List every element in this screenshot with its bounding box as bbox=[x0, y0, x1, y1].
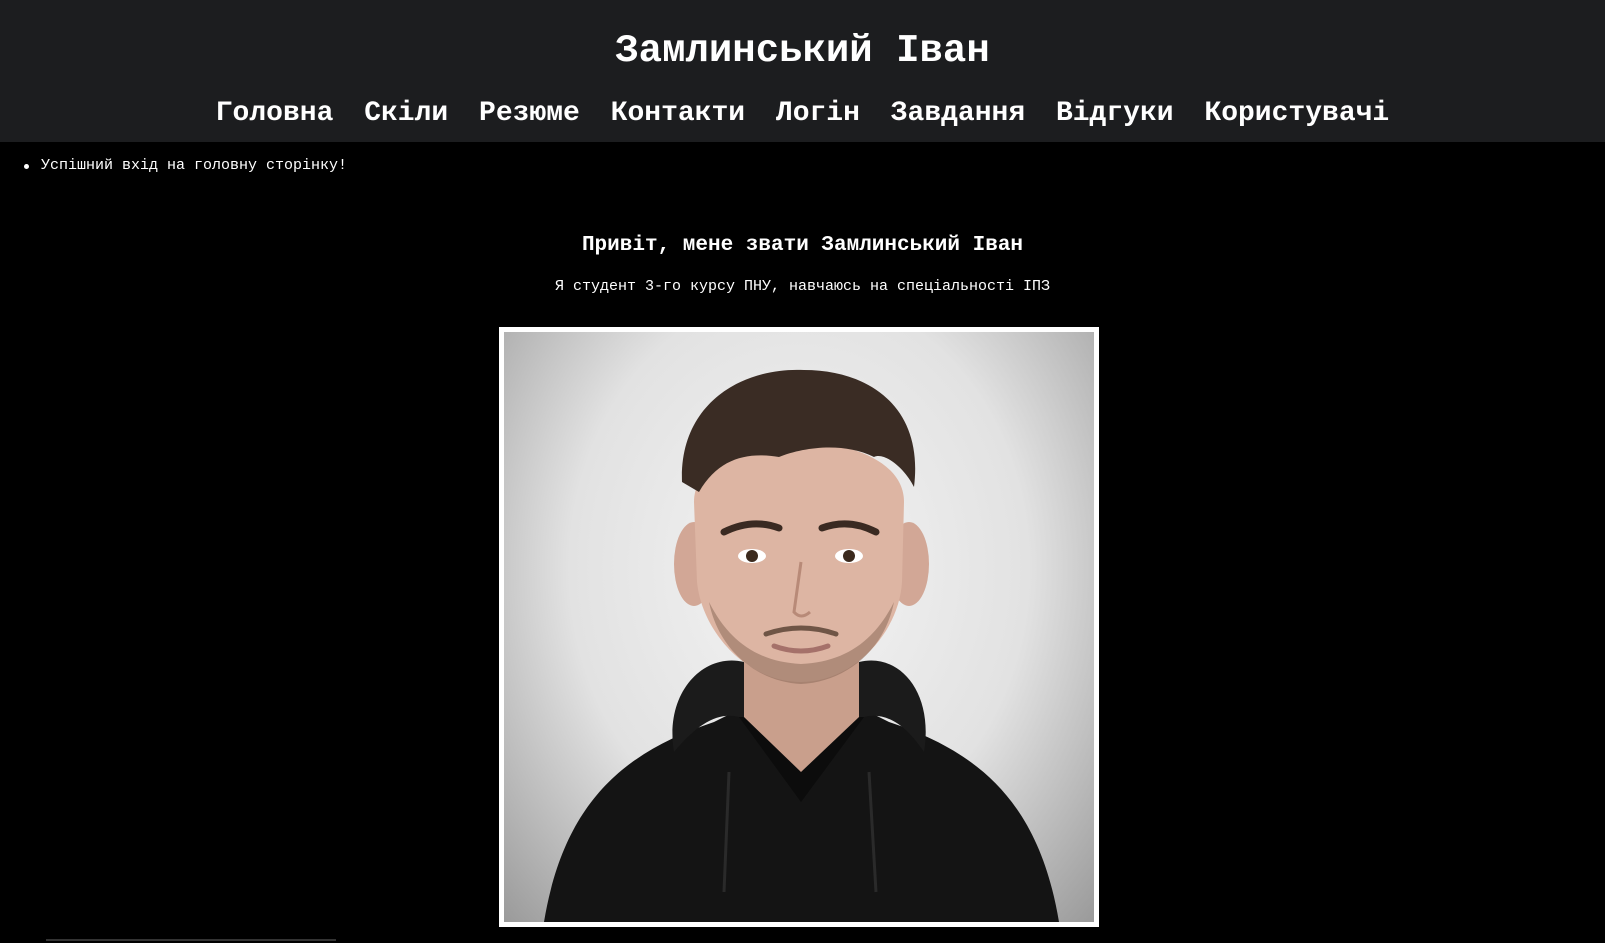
content-divider bbox=[46, 939, 336, 941]
main-nav: Головна Скіли Резюме Контакти Логін Завд… bbox=[0, 96, 1605, 132]
nav-link-login[interactable]: Логін bbox=[776, 98, 860, 129]
pupil-right bbox=[843, 550, 855, 562]
flash-messages: Успішний вхід на головну сторінку! bbox=[22, 156, 347, 176]
pupil-left bbox=[746, 550, 758, 562]
nav-link-reviews[interactable]: Відгуки bbox=[1056, 98, 1174, 129]
site-header: Замлинський Іван Головна Скіли Резюме Ко… bbox=[0, 0, 1605, 142]
nav-link-resume[interactable]: Резюме bbox=[479, 98, 580, 129]
site-title: Замлинський Іван bbox=[615, 29, 990, 73]
flash-message: Успішний вхід на головну сторінку! bbox=[22, 156, 347, 176]
nav-link-skills[interactable]: Скіли bbox=[364, 98, 448, 129]
flash-message-text: Успішний вхід на головну сторінку! bbox=[41, 157, 348, 174]
greeting-heading: Привіт, мене звати Замлинський Іван bbox=[581, 234, 1024, 257]
portrait-illustration bbox=[544, 369, 1059, 922]
nav-link-tasks[interactable]: Завдання bbox=[891, 98, 1025, 129]
nav-link-home[interactable]: Головна bbox=[216, 98, 334, 129]
profile-photo bbox=[499, 327, 1099, 927]
intro-text: Я студент 3-го курсу ПНУ, навчаюсь на сп… bbox=[554, 278, 1051, 295]
nav-link-users[interactable]: Користувачі bbox=[1204, 98, 1389, 129]
bullet-icon bbox=[24, 163, 29, 169]
nav-link-contacts[interactable]: Контакти bbox=[611, 98, 745, 129]
